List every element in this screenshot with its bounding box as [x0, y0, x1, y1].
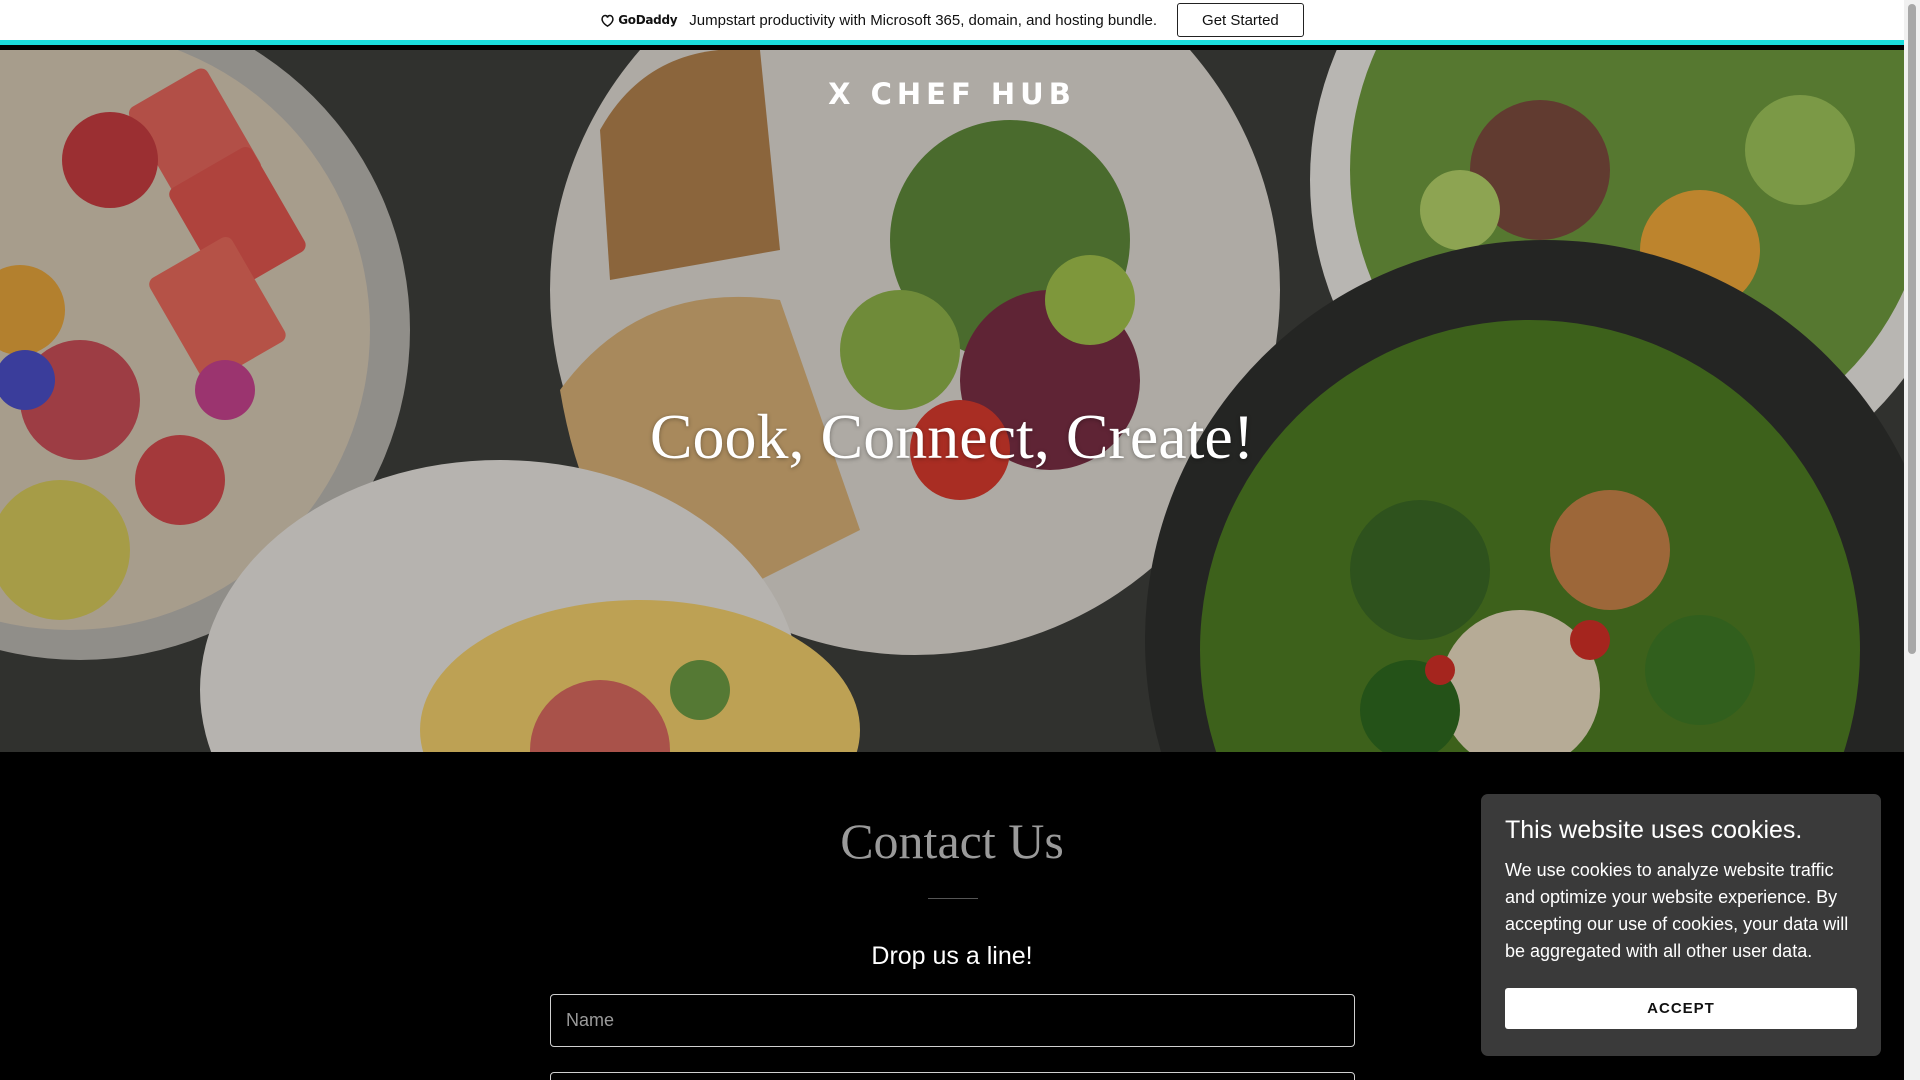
- cookie-title: This website uses cookies.: [1505, 816, 1803, 844]
- accept-cookies-button[interactable]: ACCEPT: [1505, 988, 1857, 1029]
- name-input[interactable]: [550, 994, 1355, 1047]
- godaddy-logo-text: GoDaddy: [618, 13, 678, 27]
- godaddy-logo: GoDaddy: [600, 13, 678, 28]
- cookie-consent-panel: This website uses cookies. We use cookie…: [1481, 794, 1881, 1056]
- section-divider: [928, 898, 978, 899]
- get-started-button[interactable]: Get Started: [1177, 3, 1304, 37]
- site-title[interactable]: X CHEF HUB: [0, 77, 1904, 111]
- promo-banner: GoDaddy Jumpstart productivity with Micr…: [0, 0, 1904, 45]
- hero-heading: Cook, Connect, Create!: [649, 401, 1255, 472]
- email-input[interactable]: [550, 1072, 1355, 1080]
- hero-section: X CHEF HUB Cook, Connect, Create!: [0, 50, 1904, 752]
- godaddy-logo-icon: [601, 14, 614, 27]
- scrollbar-thumb[interactable]: [1908, 4, 1916, 654]
- cookie-text: We use cookies to analyze website traffi…: [1505, 860, 1849, 961]
- page-scrollbar[interactable]: [1904, 0, 1920, 1080]
- promo-message: Jumpstart productivity with Microsoft 36…: [689, 11, 1158, 29]
